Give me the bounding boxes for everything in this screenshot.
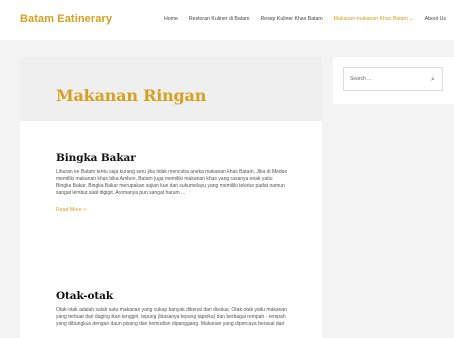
post-excerpt: Liburan ke Batam tentu saja kurang seru … — [56, 169, 288, 196]
content-card: Makanan Ringan Bingka Bakar Liburan ke B… — [20, 57, 322, 338]
nav-item-makanan-label: Makanan-makanan Khas Batam — [333, 16, 408, 22]
nav-item-about[interactable]: About Us — [425, 16, 446, 22]
page-title: Makanan Ringan — [56, 86, 207, 105]
nav-item-makanan[interactable]: Makanan-makanan Khas Batam ⌄ — [334, 16, 414, 22]
read-more-link[interactable]: Read More » — [56, 207, 86, 213]
primary-nav: Home Restoran Kuliner di Batam Resep Kul… — [164, 16, 446, 22]
site-logo[interactable]: Batam Eatinerary — [20, 13, 112, 25]
search-form: ⌕ — [343, 67, 443, 91]
site-header: Batam Eatinerary Home Restoran Kuliner d… — [0, 0, 454, 40]
post-item: Otak-otak Otak-otak adalah salah satu ma… — [56, 290, 288, 328]
nav-item-resep[interactable]: Resep Kuliner Khas Batam — [260, 16, 322, 22]
post-title[interactable]: Otak-otak — [56, 290, 288, 302]
page-hero: Makanan Ringan — [20, 57, 322, 121]
chevron-down-icon: ⌄ — [409, 16, 414, 22]
post-item: Bingka Bakar Liburan ke Batam tentu saja… — [56, 152, 288, 216]
post-title[interactable]: Bingka Bakar — [56, 152, 288, 164]
sidebar-widget: ⌕ — [333, 57, 454, 104]
search-icon[interactable]: ⌕ — [428, 75, 438, 85]
post-excerpt: Otak-otak adalah salah satu makanan yang… — [56, 307, 287, 327]
nav-item-home[interactable]: Home — [164, 16, 178, 22]
nav-item-restoran[interactable]: Restoran Kuliner di Batam — [189, 16, 250, 22]
